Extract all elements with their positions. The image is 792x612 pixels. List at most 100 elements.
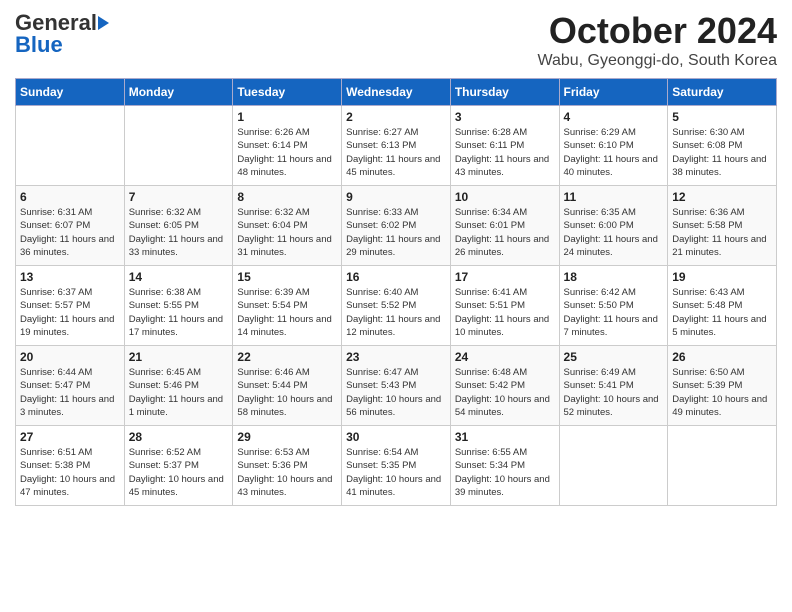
day-info: Sunrise: 6:39 AM Sunset: 5:54 PM Dayligh…	[237, 286, 337, 339]
day-number: 26	[672, 350, 772, 364]
calendar-day-cell: 12 Sunrise: 6:36 AM Sunset: 5:58 PM Dayli…	[668, 186, 777, 266]
day-number: 7	[129, 190, 229, 204]
day-number: 21	[129, 350, 229, 364]
day-info: Sunrise: 6:50 AM Sunset: 5:39 PM Dayligh…	[672, 366, 772, 419]
calendar-header-row: SundayMondayTuesdayWednesdayThursdayFrid…	[16, 79, 777, 106]
day-number: 1	[237, 110, 337, 124]
day-info: Sunrise: 6:37 AM Sunset: 5:57 PM Dayligh…	[20, 286, 120, 339]
calendar-day-cell: 21Sunrise: 6:45 AM Sunset: 5:46 PM Dayli…	[124, 346, 233, 426]
title-area: October 2024 Wabu, Gyeonggi-do, South Ko…	[537, 10, 777, 70]
calendar-day-cell: 8 Sunrise: 6:32 AM Sunset: 6:04 PM Daylig…	[233, 186, 342, 266]
calendar-day-cell: 4 Sunrise: 6:29 AM Sunset: 6:10 PM Daylig…	[559, 106, 668, 186]
day-number: 30	[346, 430, 446, 444]
day-info: Sunrise: 6:40 AM Sunset: 5:52 PM Dayligh…	[346, 286, 446, 339]
calendar-day-cell: 25Sunrise: 6:49 AM Sunset: 5:41 PM Dayli…	[559, 346, 668, 426]
day-info: Sunrise: 6:29 AM Sunset: 6:10 PM Dayligh…	[564, 126, 664, 179]
day-info: Sunrise: 6:34 AM Sunset: 6:01 PM Dayligh…	[455, 206, 555, 259]
day-info: Sunrise: 6:30 AM Sunset: 6:08 PM Dayligh…	[672, 126, 772, 179]
calendar-day-cell: 22 Sunrise: 6:46 AM Sunset: 5:44 PM Dayli…	[233, 346, 342, 426]
calendar-day-cell: 11Sunrise: 6:35 AM Sunset: 6:00 PM Dayli…	[559, 186, 668, 266]
day-header-monday: Monday	[124, 79, 233, 106]
calendar-day-cell: 14 Sunrise: 6:38 AM Sunset: 5:55 PM Dayli…	[124, 266, 233, 346]
calendar-day-cell	[124, 106, 233, 186]
calendar-day-cell: 6 Sunrise: 6:31 AM Sunset: 6:07 PM Daylig…	[16, 186, 125, 266]
day-number: 5	[672, 110, 772, 124]
calendar-week-row: 6 Sunrise: 6:31 AM Sunset: 6:07 PM Daylig…	[16, 186, 777, 266]
day-info: Sunrise: 6:43 AM Sunset: 5:48 PM Dayligh…	[672, 286, 772, 339]
calendar-day-cell: 15 Sunrise: 6:39 AM Sunset: 5:54 PM Dayli…	[233, 266, 342, 346]
calendar-day-cell: 3Sunrise: 6:28 AM Sunset: 6:11 PM Daylig…	[450, 106, 559, 186]
month-title: October 2024	[537, 10, 777, 52]
day-info: Sunrise: 6:42 AM Sunset: 5:50 PM Dayligh…	[564, 286, 664, 339]
calendar-day-cell: 29Sunrise: 6:53 AM Sunset: 5:36 PM Dayli…	[233, 426, 342, 506]
day-header-thursday: Thursday	[450, 79, 559, 106]
day-info: Sunrise: 6:36 AM Sunset: 5:58 PM Dayligh…	[672, 206, 772, 259]
day-number: 27	[20, 430, 120, 444]
day-number: 8	[237, 190, 337, 204]
day-header-saturday: Saturday	[668, 79, 777, 106]
day-number: 14	[129, 270, 229, 284]
day-info: Sunrise: 6:38 AM Sunset: 5:55 PM Dayligh…	[129, 286, 229, 339]
calendar-week-row: 1 Sunrise: 6:26 AM Sunset: 6:14 PM Daylig…	[16, 106, 777, 186]
day-info: Sunrise: 6:41 AM Sunset: 5:51 PM Dayligh…	[455, 286, 555, 339]
calendar-day-cell: 1 Sunrise: 6:26 AM Sunset: 6:14 PM Daylig…	[233, 106, 342, 186]
calendar-day-cell: 18 Sunrise: 6:42 AM Sunset: 5:50 PM Dayli…	[559, 266, 668, 346]
calendar-day-cell: 16 Sunrise: 6:40 AM Sunset: 5:52 PM Dayli…	[342, 266, 451, 346]
logo: General Blue	[15, 10, 109, 58]
calendar-day-cell: 23 Sunrise: 6:47 AM Sunset: 5:43 PM Dayli…	[342, 346, 451, 426]
day-info: Sunrise: 6:33 AM Sunset: 6:02 PM Dayligh…	[346, 206, 446, 259]
calendar-week-row: 20Sunrise: 6:44 AM Sunset: 5:47 PM Dayli…	[16, 346, 777, 426]
day-info: Sunrise: 6:55 AM Sunset: 5:34 PM Dayligh…	[455, 446, 555, 499]
day-number: 15	[237, 270, 337, 284]
day-info: Sunrise: 6:32 AM Sunset: 6:05 PM Dayligh…	[129, 206, 229, 259]
day-number: 28	[129, 430, 229, 444]
day-info: Sunrise: 6:54 AM Sunset: 5:35 PM Dayligh…	[346, 446, 446, 499]
day-number: 22	[237, 350, 337, 364]
day-number: 17	[455, 270, 555, 284]
day-number: 12	[672, 190, 772, 204]
day-info: Sunrise: 6:27 AM Sunset: 6:13 PM Dayligh…	[346, 126, 446, 179]
calendar-day-cell	[16, 106, 125, 186]
calendar-day-cell: 9 Sunrise: 6:33 AM Sunset: 6:02 PM Daylig…	[342, 186, 451, 266]
day-number: 16	[346, 270, 446, 284]
day-number: 24	[455, 350, 555, 364]
day-info: Sunrise: 6:26 AM Sunset: 6:14 PM Dayligh…	[237, 126, 337, 179]
day-number: 4	[564, 110, 664, 124]
calendar-day-cell	[668, 426, 777, 506]
calendar-day-cell: 17 Sunrise: 6:41 AM Sunset: 5:51 PM Dayli…	[450, 266, 559, 346]
calendar-day-cell: 30 Sunrise: 6:54 AM Sunset: 5:35 PM Dayli…	[342, 426, 451, 506]
calendar-day-cell: 19 Sunrise: 6:43 AM Sunset: 5:48 PM Dayli…	[668, 266, 777, 346]
day-number: 31	[455, 430, 555, 444]
day-number: 18	[564, 270, 664, 284]
day-number: 19	[672, 270, 772, 284]
location: Wabu, Gyeonggi-do, South Korea	[537, 52, 777, 70]
day-number: 2	[346, 110, 446, 124]
day-info: Sunrise: 6:28 AM Sunset: 6:11 PM Dayligh…	[455, 126, 555, 179]
day-number: 29	[237, 430, 337, 444]
calendar-week-row: 13Sunrise: 6:37 AM Sunset: 5:57 PM Dayli…	[16, 266, 777, 346]
logo-blue-text: Blue	[15, 32, 63, 58]
day-info: Sunrise: 6:31 AM Sunset: 6:07 PM Dayligh…	[20, 206, 120, 259]
day-header-sunday: Sunday	[16, 79, 125, 106]
day-number: 9	[346, 190, 446, 204]
day-info: Sunrise: 6:47 AM Sunset: 5:43 PM Dayligh…	[346, 366, 446, 419]
calendar-day-cell: 5 Sunrise: 6:30 AM Sunset: 6:08 PM Daylig…	[668, 106, 777, 186]
calendar-week-row: 27Sunrise: 6:51 AM Sunset: 5:38 PM Dayli…	[16, 426, 777, 506]
day-info: Sunrise: 6:32 AM Sunset: 6:04 PM Dayligh…	[237, 206, 337, 259]
calendar-table: SundayMondayTuesdayWednesdayThursdayFrid…	[15, 78, 777, 506]
day-number: 11	[564, 190, 664, 204]
day-number: 10	[455, 190, 555, 204]
calendar-day-cell: 28 Sunrise: 6:52 AM Sunset: 5:37 PM Dayli…	[124, 426, 233, 506]
day-number: 6	[20, 190, 120, 204]
calendar-day-cell: 31 Sunrise: 6:55 AM Sunset: 5:34 PM Dayli…	[450, 426, 559, 506]
day-info: Sunrise: 6:52 AM Sunset: 5:37 PM Dayligh…	[129, 446, 229, 499]
calendar-day-cell: 20Sunrise: 6:44 AM Sunset: 5:47 PM Dayli…	[16, 346, 125, 426]
calendar-day-cell: 27Sunrise: 6:51 AM Sunset: 5:38 PM Dayli…	[16, 426, 125, 506]
day-number: 23	[346, 350, 446, 364]
day-info: Sunrise: 6:46 AM Sunset: 5:44 PM Dayligh…	[237, 366, 337, 419]
calendar-day-cell: 7 Sunrise: 6:32 AM Sunset: 6:05 PM Daylig…	[124, 186, 233, 266]
calendar-day-cell: 13Sunrise: 6:37 AM Sunset: 5:57 PM Dayli…	[16, 266, 125, 346]
day-header-friday: Friday	[559, 79, 668, 106]
page-header: General Blue October 2024 Wabu, Gyeonggi…	[15, 10, 777, 70]
calendar-day-cell: 26 Sunrise: 6:50 AM Sunset: 5:39 PM Dayli…	[668, 346, 777, 426]
